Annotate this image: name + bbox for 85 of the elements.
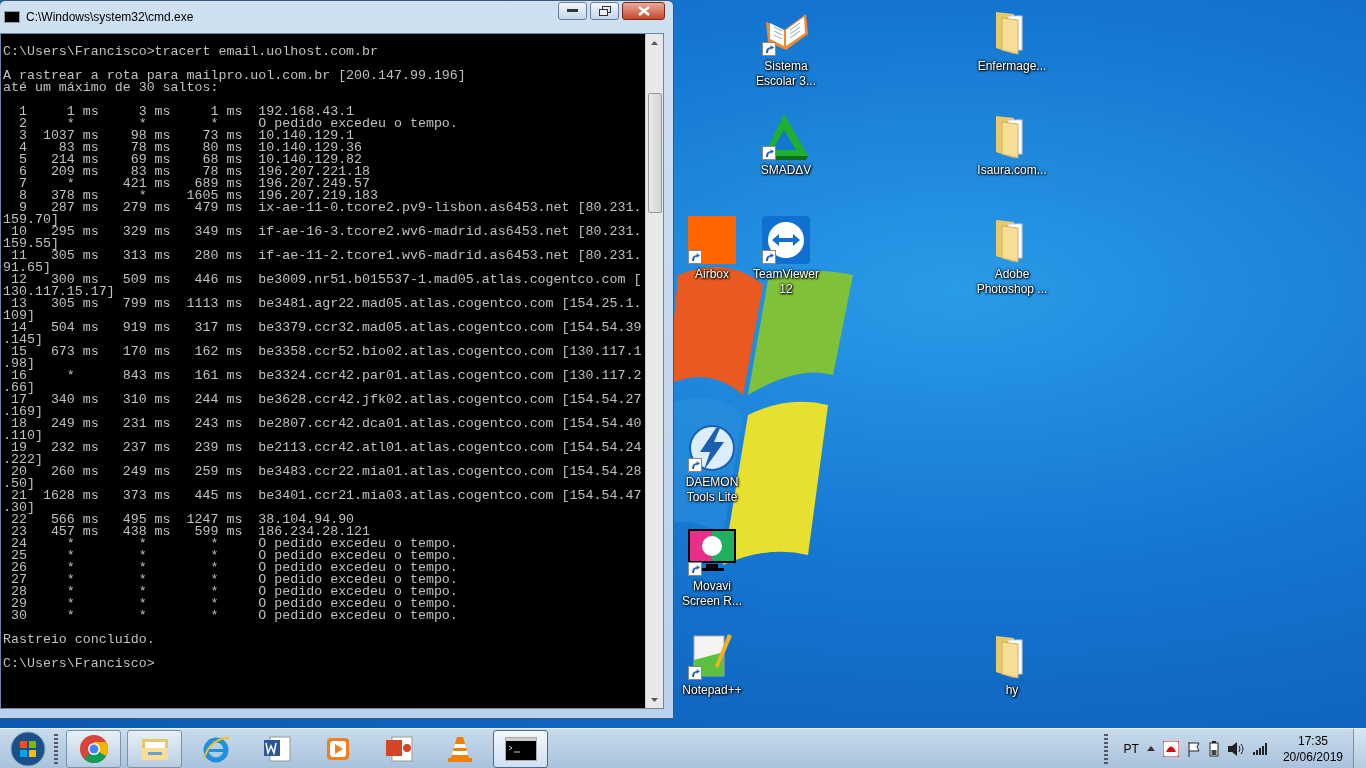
close-icon bbox=[637, 6, 650, 16]
console-line: 23 457 ms 438 ms 599 ms 186.234.28.121 bbox=[9, 526, 371, 538]
icon-label[interactable]: hy bbox=[1005, 683, 1019, 698]
speaker-icon[interactable] bbox=[1226, 740, 1245, 757]
console-line: 29 * * * O pedido excedeu o tempo. bbox=[9, 598, 458, 610]
console-line: .110] bbox=[3, 430, 43, 442]
restore-button[interactable] bbox=[590, 2, 619, 20]
flag-icon[interactable] bbox=[1186, 740, 1201, 757]
console-line: até um máximo de 30 saltos: bbox=[3, 82, 219, 94]
console-line: 26 * * * O pedido excedeu o tempo. bbox=[9, 562, 458, 574]
scroll-down-arrow-icon[interactable] bbox=[651, 697, 658, 702]
console-line: 9 287 ms 279 ms 479 ms ix-ae-11-0.tcore2.pv9-lisbon.as6453.net [80.231. bbox=[18, 202, 642, 214]
console-line: 21 1628 ms 373 ms 445 ms be3401.ccr21.mia03.atlas.cogentco.com [154.54.47 bbox=[10, 490, 642, 502]
signal-bars-icon[interactable] bbox=[1252, 742, 1269, 755]
console-line: .169] bbox=[3, 406, 43, 418]
console-line: 91.65] bbox=[3, 262, 51, 274]
icon-label[interactable]: Notepad++ bbox=[682, 683, 742, 698]
console-line: 1 1 ms 3 ms 1 ms 192.168.43.1 bbox=[17, 106, 355, 118]
console-line: 159.70] bbox=[3, 214, 59, 226]
console-line: .98] bbox=[3, 358, 35, 370]
console-line: .50] bbox=[3, 478, 35, 490]
icon-label[interactable]: Enfermage... bbox=[977, 59, 1047, 74]
console-line: 27 * * * O pedido excedeu o tempo. bbox=[9, 574, 458, 586]
console-line: 20 260 ms 249 ms 259 ms be3483.ccr22.mia01.atlas.cogentco.com [154.54.28 bbox=[10, 466, 642, 478]
console-line: 14 504 ms 919 ms 317 ms be3379.ccr32.mad05.atlas.cogentco.com [154.54.39 bbox=[10, 322, 642, 334]
start-button[interactable] bbox=[8, 728, 48, 768]
document-icon bbox=[261, 733, 292, 764]
scrollbar-thumb[interactable] bbox=[647, 93, 662, 213]
umbrella-icon[interactable] bbox=[1162, 740, 1179, 757]
console-line: 19 232 ms 237 ms 239 ms be2113.ccr42.atl01.atlas.cogentco.com [154.54.24 bbox=[10, 442, 642, 454]
console-line: 24 * * * O pedido excedeu o tempo. bbox=[9, 538, 458, 550]
console-line: 16 * 843 ms 161 ms be3324.ccr42.par01.atlas.cogentco.com [130.117.2 bbox=[10, 370, 642, 382]
console-line: 15 673 ms 170 ms 162 ms be3358.ccr52.bio02.atlas.cogentco.com [130.117.1 bbox=[10, 346, 642, 358]
console-line: C:\Users\Francisco>tracert email.uolhost.com.br bbox=[3, 46, 379, 58]
taskbar-button[interactable] bbox=[493, 729, 548, 768]
console-line: .145] bbox=[3, 334, 43, 346]
console-line: A rastrear a rota para mailpro.uol.com.br [200.147.99.196] bbox=[3, 70, 466, 82]
terminal-icon bbox=[504, 736, 537, 761]
console-line: .30] bbox=[3, 502, 35, 514]
console-line: 18 249 ms 231 ms 243 ms be2807.ccr42.dca01.atlas.cogentco.com [154.54.40 bbox=[10, 418, 642, 430]
console-line: 22 566 ms 495 ms 1247 ms 38.104.94.90 bbox=[10, 514, 355, 526]
icon-label[interactable]: Isaura.com... bbox=[977, 163, 1047, 178]
console-line: 11 305 ms 313 ms 280 ms if-ae-11-2.tcore1.wv6-madrid.as6453.net [80.231. bbox=[10, 250, 642, 262]
icon-label[interactable]: Airbox bbox=[695, 267, 729, 282]
show-desktop-button[interactable] bbox=[1353, 728, 1366, 768]
console-line: 5 214 ms 69 ms 68 ms 10.140.129.82 bbox=[17, 154, 363, 166]
console-line: Rastreio concluído. bbox=[3, 634, 155, 646]
console-line: 30 * * * O pedido excedeu o tempo. bbox=[9, 610, 458, 622]
window-title: C:\Windows\system32\cmd.exe bbox=[26, 10, 195, 24]
scrollbar[interactable] bbox=[645, 34, 663, 708]
console-line: 159.55] bbox=[3, 238, 59, 250]
console-line: 7 * 421 ms 689 ms 196.207.249.57 bbox=[17, 178, 371, 190]
console-line: 3 1037 ms 98 ms 73 ms 10.140.129.1 bbox=[17, 130, 355, 142]
icon-label[interactable]: Movavi Screen R... bbox=[682, 579, 742, 609]
console-line: 25 * * * O pedido excedeu o tempo. bbox=[9, 550, 458, 562]
console-line: 2 * * * O pedido excedeu o tempo. bbox=[17, 118, 458, 130]
minimize-icon bbox=[567, 9, 578, 13]
scroll-up-arrow-icon[interactable] bbox=[651, 40, 658, 45]
console-line: .66] bbox=[3, 382, 35, 394]
icon-label[interactable]: Sistema Escolar 3... bbox=[756, 59, 816, 89]
show-hidden-icons-arrow-icon[interactable] bbox=[1146, 746, 1155, 751]
restore-icon bbox=[598, 6, 611, 16]
slides-icon bbox=[383, 733, 414, 764]
minimize-button[interactable] bbox=[558, 2, 587, 20]
console-line: C:\Users\Francisco> bbox=[3, 658, 155, 670]
console-line: 13 305 ms 799 ms 1113 ms be3481.agr22.mad05.atlas.cogentco.com [154.25.1. bbox=[10, 298, 642, 310]
icon-label[interactable]: Adobe Photoshop ... bbox=[976, 267, 1048, 297]
icon-label[interactable]: SMADΔV bbox=[760, 163, 812, 178]
console-line: 8 378 ms * 1605 ms 196.207.219.183 bbox=[17, 190, 379, 202]
clock[interactable]: 17:35 20/06/2019 bbox=[1282, 732, 1343, 765]
console-line: 12 300 ms 509 ms 446 ms be3009.nr51.b015537-1.mad05.atlas.cogentco.com [ bbox=[10, 274, 642, 286]
console-line: 10 295 ms 329 ms 349 ms if-ae-16-3.tcore2.wv6-madrid.as6453.net [80.231. bbox=[10, 226, 642, 238]
cmd-icon bbox=[4, 11, 20, 23]
console-line: 17 340 ms 310 ms 244 ms be3628.ccr42.jfk02.atlas.cogentco.com [154.54.27 bbox=[10, 394, 642, 406]
square-icon[interactable] bbox=[688, 216, 736, 264]
circle-icon bbox=[78, 733, 109, 764]
console-line: 6 209 ms 83 ms 78 ms 196.207.221.18 bbox=[17, 166, 371, 178]
console-line: 109] bbox=[3, 310, 35, 322]
close-button[interactable] bbox=[622, 2, 665, 20]
console-line: 28 * * * O pedido excedeu o tempo. bbox=[9, 586, 458, 598]
console-line: 130.117.15.17] bbox=[3, 286, 115, 298]
console-line: 4 83 ms 78 ms 80 ms 10.140.129.36 bbox=[17, 142, 363, 154]
console-line: .222] bbox=[3, 454, 43, 466]
language-indicator[interactable]: PT bbox=[1123, 741, 1139, 756]
battery-icon[interactable] bbox=[1208, 740, 1219, 757]
